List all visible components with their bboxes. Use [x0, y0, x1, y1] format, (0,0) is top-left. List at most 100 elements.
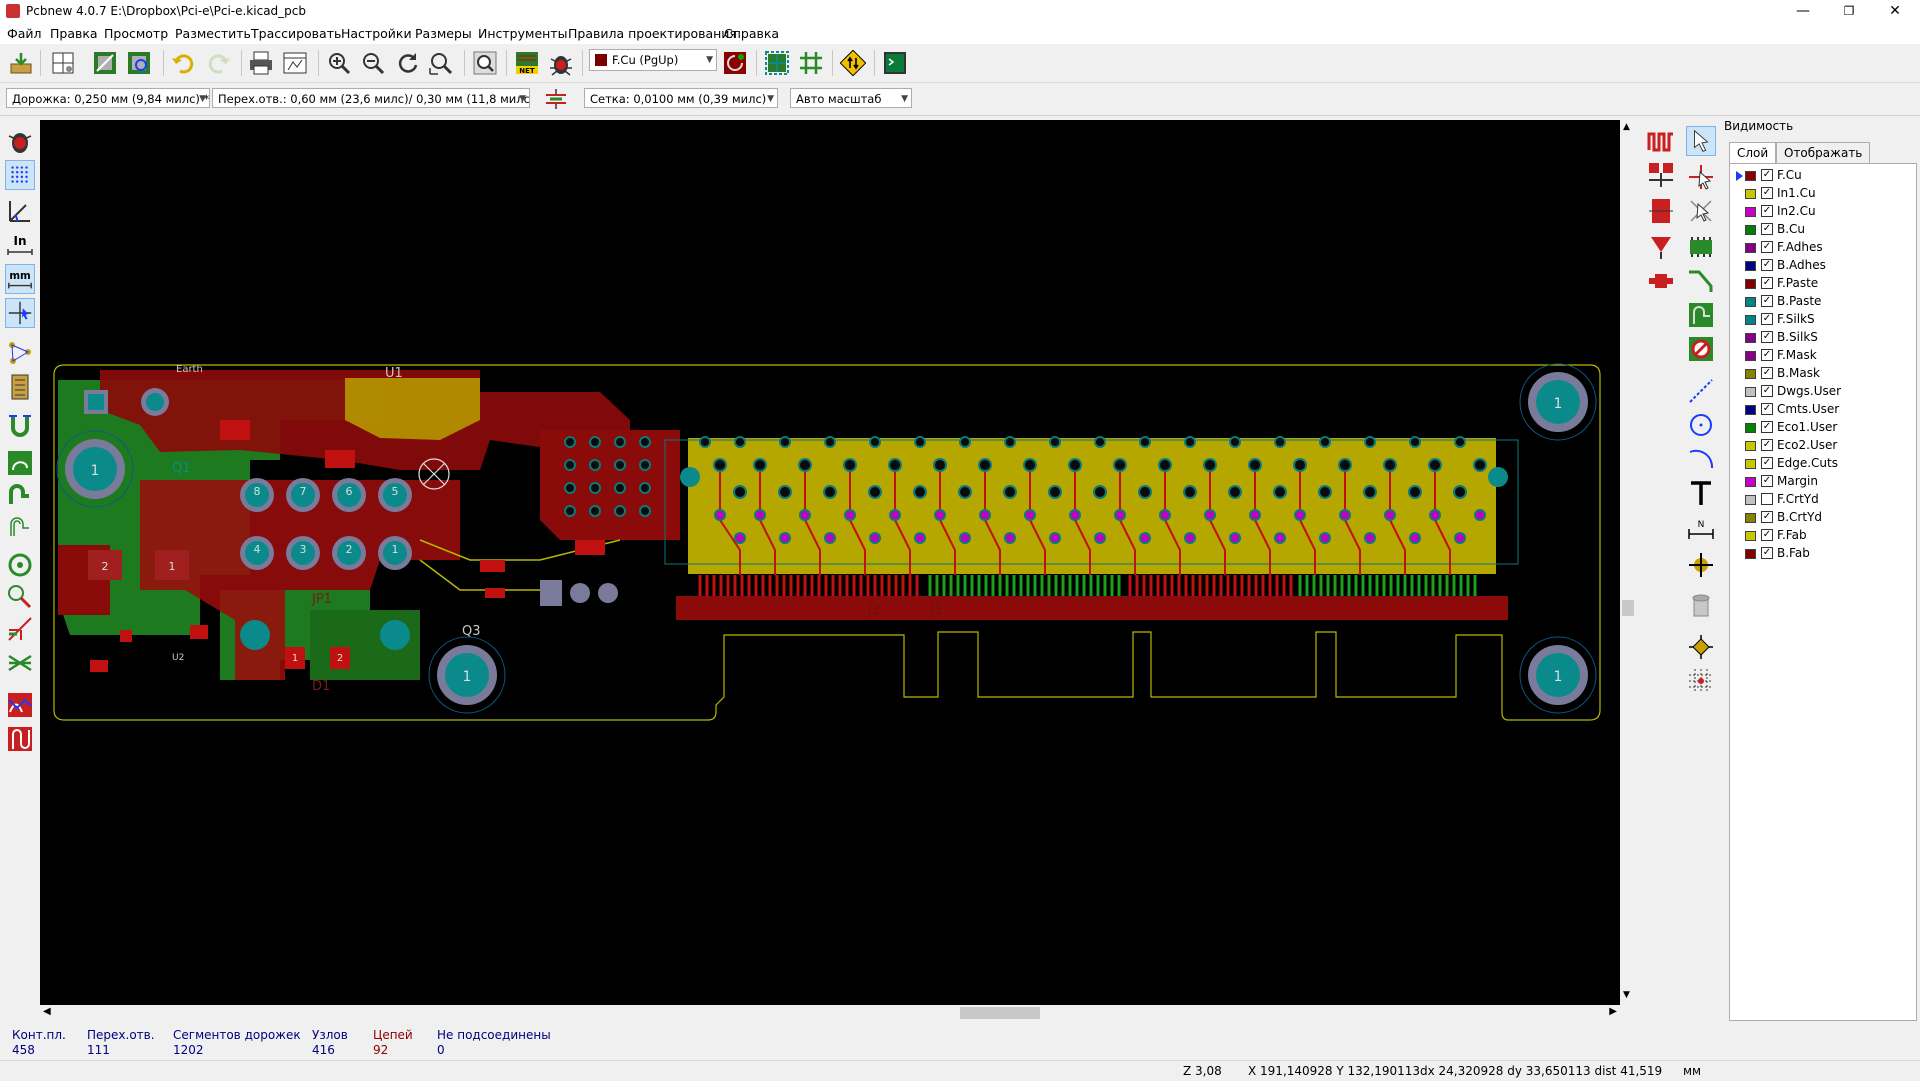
layer-row[interactable]: ✓ F.SilkS [1736, 311, 1911, 329]
load-board-icon[interactable] [8, 50, 34, 76]
find-icon[interactable] [472, 50, 498, 76]
set-origin-icon[interactable] [1686, 632, 1716, 662]
zoom-in-icon[interactable] [326, 50, 352, 76]
layer-row[interactable]: ✓ B.Adhes [1736, 257, 1911, 275]
layer-visibility-checkbox[interactable]: ✓ [1761, 223, 1773, 235]
layer-color-swatch[interactable] [1745, 513, 1756, 523]
scroll-up-arrow-icon[interactable]: ▲ [1623, 122, 1630, 132]
layer-color-swatch[interactable] [1745, 441, 1756, 451]
layer-color-swatch[interactable] [1745, 225, 1756, 235]
layer-visibility-checkbox[interactable]: ✓ [1761, 205, 1773, 217]
layer-visibility-checkbox[interactable]: ✓ [1761, 511, 1773, 523]
layer-row[interactable]: ✓ B.Mask [1736, 365, 1911, 383]
footprint-mode-icon[interactable] [764, 50, 790, 76]
scroll-down-arrow-icon[interactable]: ▼ [1623, 990, 1630, 1000]
layer-row[interactable]: ✓ F.Mask [1736, 347, 1911, 365]
add-text-icon[interactable] [1686, 478, 1716, 508]
drc-off-icon[interactable] [5, 126, 35, 156]
layer-visibility-checkbox[interactable]: ✓ [1761, 187, 1773, 199]
microwave-tools-icon[interactable] [1646, 266, 1676, 296]
page-settings-icon[interactable] [50, 50, 76, 76]
layer-color-swatch[interactable] [1745, 459, 1756, 469]
layer-row[interactable]: ✓ B.SilkS [1736, 329, 1911, 347]
add-target-icon[interactable] [1686, 550, 1716, 580]
canvas-horizontal-scrollbar[interactable]: ◀ ▶ [40, 1005, 1620, 1021]
layers-manager-icon[interactable] [5, 724, 35, 754]
scroll-left-arrow-icon[interactable]: ◀ [43, 1006, 51, 1017]
add-arc-icon[interactable] [1686, 444, 1716, 474]
layer-row[interactable]: ✓ B.Paste [1736, 293, 1911, 311]
track-mode-icon[interactable] [798, 50, 824, 76]
module-ratsnest-icon[interactable] [5, 372, 35, 402]
open-module-viewer-icon[interactable] [126, 50, 152, 76]
layer-color-swatch[interactable] [1745, 405, 1756, 415]
menu-design-rules[interactable]: Правила проектирования [568, 26, 737, 41]
layer-visibility-checkbox[interactable]: ✓ [1761, 457, 1773, 469]
delete-icon[interactable] [1686, 590, 1716, 620]
add-keepout-icon[interactable] [1686, 334, 1716, 364]
layer-color-swatch[interactable] [1745, 369, 1756, 379]
layer-color-swatch[interactable] [1745, 171, 1756, 181]
menu-edit[interactable]: Правка [50, 26, 98, 41]
layer-row[interactable]: ✓ B.Cu [1736, 221, 1911, 239]
drc-icon[interactable] [548, 50, 574, 76]
layer-color-swatch[interactable] [1745, 315, 1756, 325]
menu-help[interactable]: Справка [724, 26, 779, 41]
local-ratsnest-tool-icon[interactable] [1686, 196, 1716, 226]
layer-row[interactable]: ✓ F.Cu [1736, 167, 1911, 185]
close-button[interactable]: ✕ [1872, 0, 1918, 22]
layer-visibility-checkbox[interactable]: ✓ [1761, 403, 1773, 415]
scripting-console-icon[interactable] [882, 50, 908, 76]
layer-visibility-checkbox[interactable]: ✓ [1761, 295, 1773, 307]
scroll-right-arrow-icon[interactable]: ▶ [1609, 1006, 1617, 1017]
ratsnest-icon[interactable] [5, 338, 35, 368]
add-module-tool-icon[interactable] [1686, 232, 1716, 262]
layer-visibility-checkbox[interactable]: ✓ [1761, 241, 1773, 253]
units-mm-icon[interactable]: mm [5, 264, 35, 294]
grid-toggle-icon[interactable] [5, 160, 35, 190]
layer-visibility-checkbox[interactable]: ✓ [1761, 169, 1773, 181]
layer-visibility-checkbox[interactable]: ✓ [1761, 421, 1773, 433]
layer-color-swatch[interactable] [1745, 207, 1756, 217]
layer-row[interactable]: ✓ Dwgs.User [1736, 383, 1911, 401]
show-zones-icon[interactable] [5, 448, 35, 478]
via-sketch-icon[interactable] [5, 582, 35, 612]
track-sketch-icon[interactable] [5, 614, 35, 644]
tab-layers[interactable]: Слой [1729, 142, 1777, 164]
vertical-scroll-thumb[interactable] [1622, 600, 1634, 616]
layer-visibility-checkbox[interactable]: ✓ [1761, 259, 1773, 271]
via-size-combo[interactable]: Перех.отв.: 0,60 мм (23,6 милс)/ 0,30 мм… [212, 88, 530, 108]
layer-row[interactable]: ✓ B.CrtYd [1736, 509, 1911, 527]
layer-visibility-checkbox[interactable]: ✓ [1761, 547, 1773, 559]
set-grid-origin-icon[interactable] [1686, 666, 1716, 696]
layer-color-swatch[interactable] [1745, 333, 1756, 343]
menu-view[interactable]: Просмотр [104, 26, 168, 41]
layer-color-swatch[interactable] [1745, 531, 1756, 541]
layer-row[interactable]: ✓ F.Fab [1736, 527, 1911, 545]
layer-row[interactable]: ✓ F.Paste [1736, 275, 1911, 293]
menu-file[interactable]: Файл [7, 26, 42, 41]
layer-color-swatch[interactable] [1745, 477, 1756, 487]
layer-color-swatch[interactable] [1745, 243, 1756, 253]
cursor-shape-icon[interactable] [5, 298, 35, 328]
maximize-button[interactable]: ❐ [1826, 0, 1872, 22]
zoom-fit-icon[interactable] [428, 50, 454, 76]
layer-row[interactable]: ✓ B.Fab [1736, 545, 1911, 563]
mode-track-icon[interactable] [1646, 232, 1676, 262]
layer-visibility-checkbox[interactable]: ✓ [1761, 331, 1773, 343]
minimize-button[interactable]: — [1780, 0, 1826, 22]
select-tool-icon[interactable] [1686, 126, 1716, 156]
microwave-toolbar-icon[interactable] [5, 690, 35, 720]
highlight-net-tool-icon[interactable] [1686, 162, 1716, 192]
add-line-icon[interactable] [1686, 376, 1716, 406]
high-contrast-icon[interactable] [5, 648, 35, 678]
menu-preferences[interactable]: Настройки [341, 26, 412, 41]
layer-visibility-checkbox[interactable] [1761, 493, 1773, 505]
auto-track-width-icon[interactable] [544, 87, 568, 111]
open-module-editor-icon[interactable] [92, 50, 118, 76]
tab-render[interactable]: Отображать [1776, 142, 1871, 164]
canvas-vertical-scrollbar[interactable]: ▲ ▼ [1620, 120, 1636, 1005]
layer-color-swatch[interactable] [1745, 387, 1756, 397]
horizontal-scroll-thumb[interactable] [960, 1007, 1040, 1019]
add-dimension-icon[interactable]: N [1686, 516, 1716, 546]
